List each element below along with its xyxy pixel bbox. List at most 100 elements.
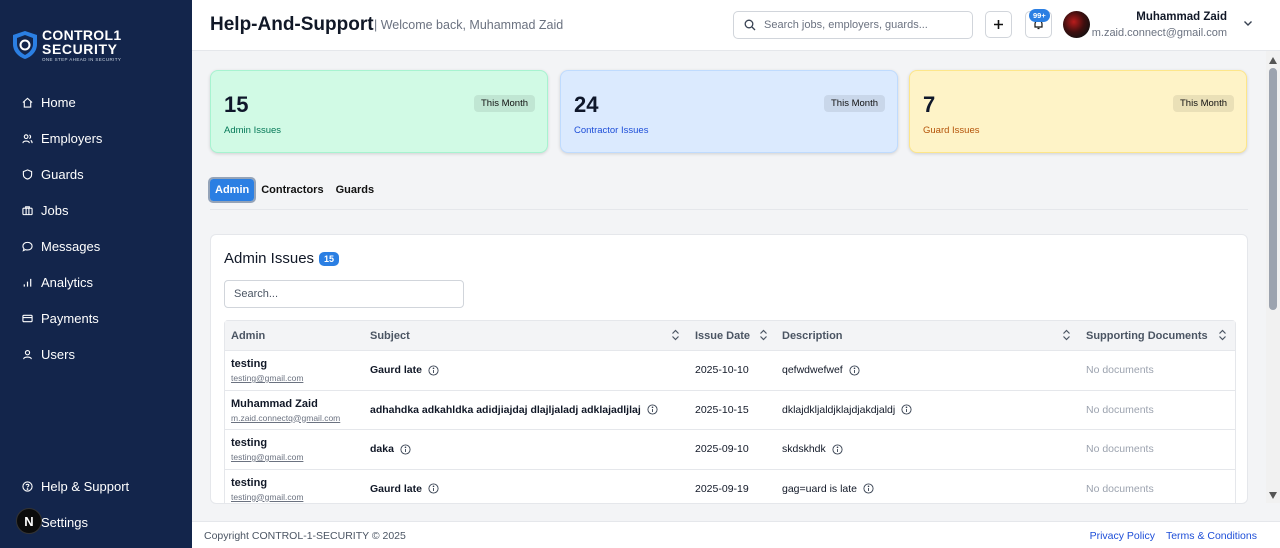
user-icon: [23, 349, 32, 359]
guard-issues-card: 7 Guard Issues This Month: [909, 70, 1247, 153]
issue-description: skdskhdk: [782, 443, 843, 455]
table-row[interactable]: Muhammad Zaid m.zaid.connectq@gmail.com …: [225, 391, 1235, 430]
tab-contractors[interactable]: Contractors: [256, 179, 328, 201]
brand-line1: CONTROL1: [42, 27, 122, 43]
copyright-text: Copyright CONTROL-1-SECURITY © 2025: [204, 530, 406, 542]
info-icon[interactable]: [428, 364, 439, 376]
sidebar-item-jobs[interactable]: Jobs: [0, 192, 192, 228]
help-circle-icon: [22, 480, 33, 492]
panel-title-text: Admin Issues: [224, 250, 315, 267]
supporting-documents: No documents: [1086, 364, 1154, 376]
contractor-issues-label: Contractor Issues: [574, 125, 649, 136]
avatar[interactable]: N: [16, 508, 42, 534]
add-button[interactable]: [985, 11, 1012, 38]
period-chip: This Month: [824, 95, 885, 112]
tab-admin[interactable]: Admin: [207, 176, 257, 203]
issue-date: 2025-09-10: [695, 443, 749, 455]
issue-subject-text: Gaurd late: [370, 482, 422, 495]
column-header-supporting-documents[interactable]: Supporting Documents: [1086, 330, 1208, 342]
admin-name: testing: [231, 476, 268, 489]
issue-description: qefwdwefwef: [782, 364, 860, 376]
sidebar-item-label: Help & Support: [41, 478, 130, 494]
info-icon[interactable]: [428, 483, 439, 494]
search-input[interactable]: [764, 19, 964, 31]
scrollbar-thumb[interactable]: [1269, 68, 1277, 310]
shield-logo-icon: [13, 31, 37, 60]
info-icon[interactable]: [901, 404, 912, 415]
user-email: m.zaid.connect@gmail.com: [1091, 27, 1227, 39]
user-avatar[interactable]: [1063, 11, 1090, 38]
info-icon[interactable]: [863, 483, 874, 494]
page-scrollbar[interactable]: [1266, 51, 1280, 503]
table-row[interactable]: testing testing@gmail.com Gaurd late 202…: [225, 351, 1235, 391]
guard-issues-count: 7: [923, 92, 936, 117]
top-header: Help-And-Support | Welcome back, Muhamma…: [192, 0, 1280, 51]
issue-date: 2025-10-15: [695, 403, 749, 416]
brand-line2: SECURITY: [42, 41, 118, 57]
sidebar-item-guards[interactable]: Guards: [0, 156, 192, 192]
table-row[interactable]: testing testing@gmail.com Gaurd late 202…: [225, 470, 1235, 504]
admin-issues-label: Admin Issues: [224, 125, 282, 136]
sidebar-item-help-support[interactable]: Help & Support: [0, 468, 192, 504]
table-header: Admin Subject Issue Date Description Sup…: [225, 321, 1235, 351]
column-header-issue-date[interactable]: Issue Date: [695, 330, 750, 342]
sidebar-item-analytics[interactable]: Analytics: [0, 264, 192, 300]
period-chip: This Month: [1173, 95, 1234, 112]
column-header-subject[interactable]: Subject: [370, 330, 410, 342]
admin-email[interactable]: testing@gmail.com: [231, 373, 303, 383]
scroll-down-arrow-icon[interactable]: [1269, 492, 1277, 499]
chevron-down-icon[interactable]: [1243, 18, 1253, 28]
issue-type-tabs: Admin Contractors Guards: [207, 176, 380, 203]
terms-conditions-link[interactable]: Terms & Conditions: [1166, 530, 1257, 542]
brand-logo[interactable]: CONTROL1 SECURITY ONE STEP AHEAD IN SECU…: [12, 28, 121, 63]
bar-chart-icon: [23, 278, 32, 287]
info-icon[interactable]: [832, 443, 843, 455]
table-row[interactable]: testing testing@gmail.com daka 2025-09-1…: [225, 430, 1235, 470]
sidebar-item-label: Analytics: [41, 274, 94, 290]
users-icon: [22, 133, 33, 143]
privacy-policy-link[interactable]: Privacy Policy: [1090, 530, 1155, 542]
issue-subject-text: adhahdka adkahldka adidjiajdaj dlajljala…: [370, 403, 641, 416]
global-search[interactable]: [733, 11, 973, 39]
column-header-admin[interactable]: Admin: [231, 330, 265, 342]
period-chip: This Month: [474, 95, 535, 112]
shield-icon: [22, 168, 33, 180]
info-icon[interactable]: [400, 443, 411, 455]
admin-email[interactable]: m.zaid.connectq@gmail.com: [231, 413, 340, 423]
sidebar-item-messages[interactable]: Messages: [0, 228, 192, 264]
issue-subject: daka: [370, 443, 411, 455]
page-title: Help-And-Support: [210, 14, 374, 35]
info-icon[interactable]: [849, 364, 860, 376]
sidebar-item-home[interactable]: Home: [0, 84, 192, 120]
sidebar-item-label: Messages: [41, 238, 101, 254]
sort-icon[interactable]: [1218, 329, 1227, 341]
admin-email[interactable]: testing@gmail.com: [231, 492, 303, 502]
issues-search-input[interactable]: [224, 280, 464, 308]
briefcase-icon: [22, 205, 33, 215]
notification-count-badge: 99+: [1029, 9, 1050, 22]
sidebar-item-employers[interactable]: Employers: [0, 120, 192, 156]
admin-email[interactable]: testing@gmail.com: [231, 452, 303, 462]
message-icon: [22, 241, 33, 252]
sort-icon[interactable]: [671, 329, 680, 341]
column-header-description[interactable]: Description: [782, 330, 843, 342]
sidebar-item-label: Settings: [41, 514, 88, 530]
contractor-issues-card: 24 Contractor Issues This Month: [560, 70, 898, 153]
sidebar-item-payments[interactable]: Payments: [0, 300, 192, 336]
sort-icon[interactable]: [759, 329, 768, 341]
info-icon[interactable]: [647, 404, 658, 415]
issue-description-text: qefwdwefwef: [782, 364, 843, 376]
issue-subject-text: daka: [370, 443, 394, 455]
sort-icon[interactable]: [1062, 329, 1071, 341]
issue-subject: Gaurd late: [370, 364, 439, 376]
admin-name: Muhammad Zaid: [231, 397, 318, 410]
user-name: Muhammad Zaid: [1136, 11, 1227, 23]
sidebar-item-label: Home: [41, 94, 76, 110]
brand-tagline: ONE STEP AHEAD IN SECURITY: [42, 57, 122, 62]
tab-guards[interactable]: Guards: [331, 179, 380, 201]
issue-date: 2025-10-10: [695, 364, 749, 376]
sidebar: CONTROL1 SECURITY ONE STEP AHEAD IN SECU…: [0, 0, 192, 548]
sidebar-item-users[interactable]: Users: [0, 336, 192, 372]
scroll-up-arrow-icon[interactable]: [1269, 57, 1277, 64]
issue-subject: adhahdka adkahldka adidjiajdaj dlajljala…: [370, 404, 658, 416]
